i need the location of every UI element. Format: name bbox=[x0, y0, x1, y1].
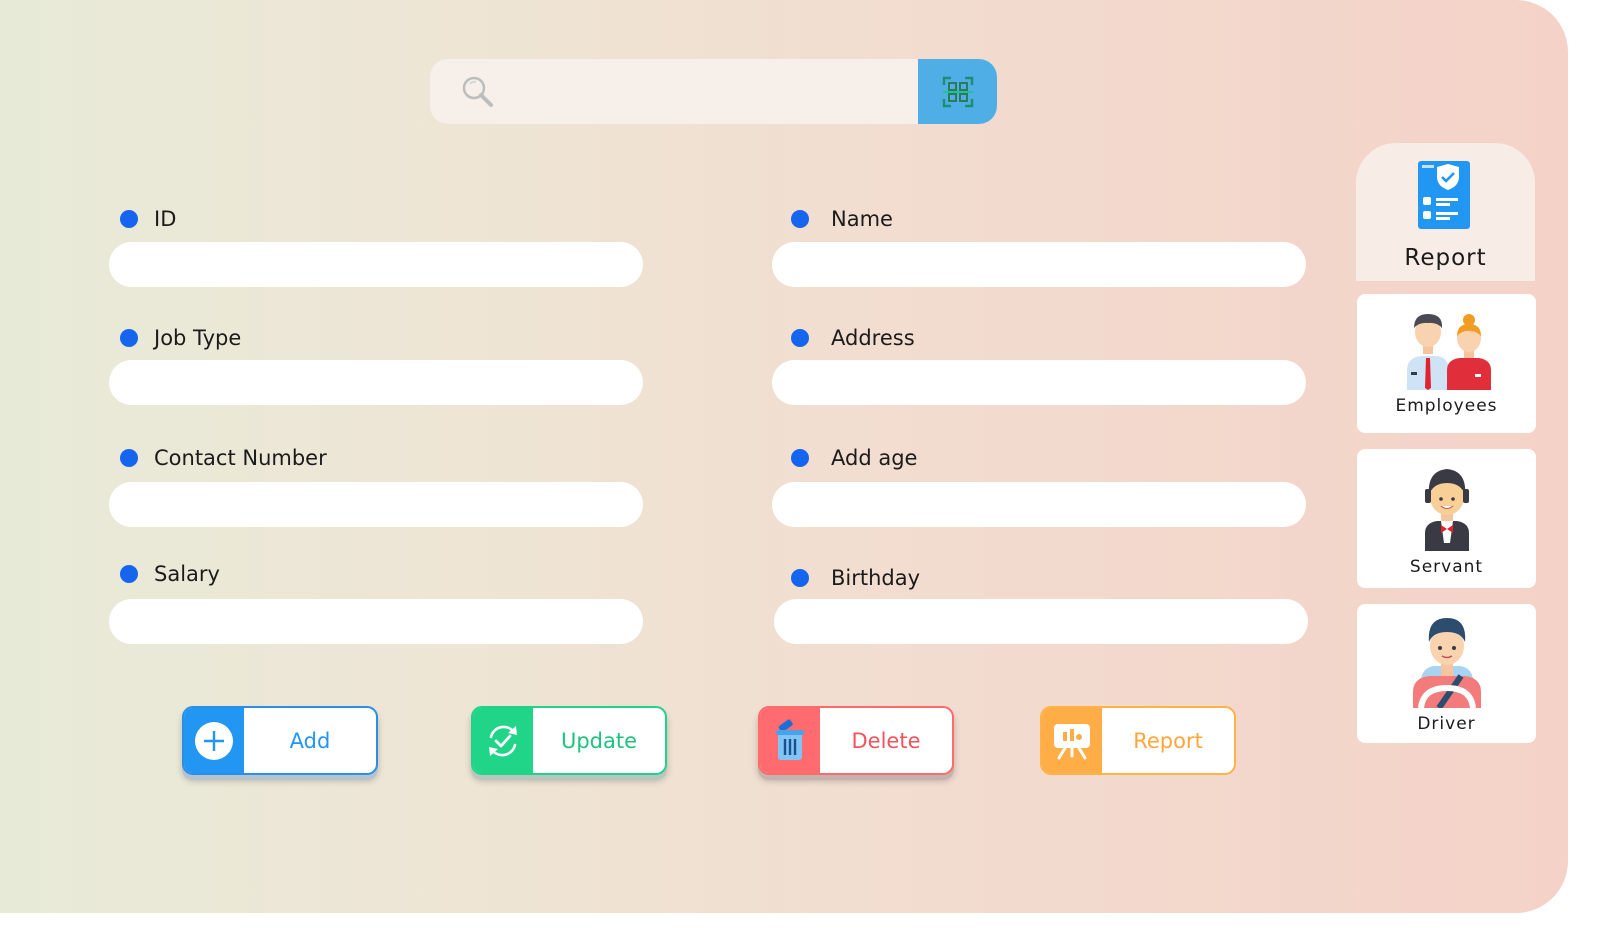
birthday-field[interactable] bbox=[774, 599, 1308, 644]
plus-icon bbox=[195, 721, 233, 760]
label-text: Address bbox=[831, 326, 915, 350]
bullet-dot bbox=[120, 449, 138, 467]
delete-button-label: Delete bbox=[851, 728, 921, 753]
label-text: Add age bbox=[831, 446, 918, 470]
field-label-age: Add age bbox=[791, 446, 917, 470]
bullet-dot bbox=[791, 210, 809, 228]
field-label-contact-number: Contact Number bbox=[120, 446, 327, 470]
search-icon bbox=[462, 76, 493, 107]
bullet-dot bbox=[791, 569, 809, 587]
sidebar-item-label: Employees bbox=[1395, 396, 1498, 416]
field-label-birthday: Birthday bbox=[791, 566, 920, 590]
salary-field[interactable] bbox=[109, 599, 643, 644]
sidebar-item-label: Driver bbox=[1417, 714, 1476, 734]
field-label-job-type: Job Type bbox=[120, 326, 241, 350]
bullet-dot bbox=[791, 329, 809, 347]
field-label-name: Name bbox=[791, 207, 893, 231]
servant-icon bbox=[1424, 469, 1469, 551]
sidebar-item-label: Servant bbox=[1409, 557, 1484, 577]
label-text: ID bbox=[154, 207, 177, 231]
search-bar bbox=[430, 59, 997, 124]
report-button-icon-area bbox=[1042, 708, 1102, 773]
add-button[interactable]: Add bbox=[182, 706, 378, 775]
sidebar-item-label: Report bbox=[1404, 245, 1487, 271]
refresh-check-icon bbox=[489, 725, 517, 756]
label-text: Salary bbox=[154, 562, 220, 586]
sidebar-item-driver[interactable]: Driver bbox=[1357, 604, 1536, 743]
field-label-id: ID bbox=[120, 207, 176, 231]
age-field[interactable] bbox=[772, 482, 1306, 527]
update-button[interactable]: Update bbox=[471, 706, 667, 775]
bullet-dot bbox=[120, 565, 138, 583]
add-button-icon-area bbox=[184, 708, 244, 773]
label-text: Birthday bbox=[831, 566, 921, 590]
bullet-dot bbox=[120, 329, 138, 347]
sidebar-item-servant[interactable]: Servant bbox=[1357, 449, 1536, 588]
search-input[interactable] bbox=[510, 59, 910, 124]
scan-button[interactable] bbox=[918, 59, 997, 124]
report-button[interactable]: Report bbox=[1040, 706, 1236, 775]
add-button-label: Add bbox=[289, 728, 331, 753]
qr-scan-icon bbox=[942, 76, 973, 107]
label-text: Job Type bbox=[154, 326, 242, 350]
presentation-chart-icon bbox=[1054, 723, 1090, 759]
delete-button-icon-area bbox=[760, 708, 820, 773]
delete-button[interactable]: Delete bbox=[758, 706, 954, 775]
sidebar-item-employees[interactable]: Employees bbox=[1357, 294, 1536, 433]
report-clipboard-icon bbox=[1417, 161, 1470, 229]
update-button-icon-area bbox=[473, 708, 533, 773]
label-text: Name bbox=[831, 207, 893, 231]
sidebar-item-report[interactable]: Report bbox=[1356, 143, 1535, 281]
field-label-address: Address bbox=[791, 326, 915, 350]
id-field[interactable] bbox=[109, 242, 643, 287]
label-text: Contact Number bbox=[154, 446, 327, 470]
name-field[interactable] bbox=[772, 242, 1306, 287]
employees-icon bbox=[1406, 314, 1491, 390]
update-button-label: Update bbox=[560, 728, 638, 753]
field-label-salary: Salary bbox=[120, 562, 220, 586]
address-field[interactable] bbox=[772, 360, 1306, 405]
report-button-label: Report bbox=[1133, 728, 1203, 753]
trash-icon bbox=[776, 718, 804, 760]
contact-number-field[interactable] bbox=[109, 482, 643, 527]
job-type-field[interactable] bbox=[109, 360, 643, 405]
bullet-dot bbox=[120, 210, 138, 228]
driver-icon bbox=[1412, 618, 1481, 708]
app-window: ID Job Type Contact Number Salary Name A… bbox=[0, 0, 1568, 913]
bullet-dot bbox=[791, 449, 809, 467]
